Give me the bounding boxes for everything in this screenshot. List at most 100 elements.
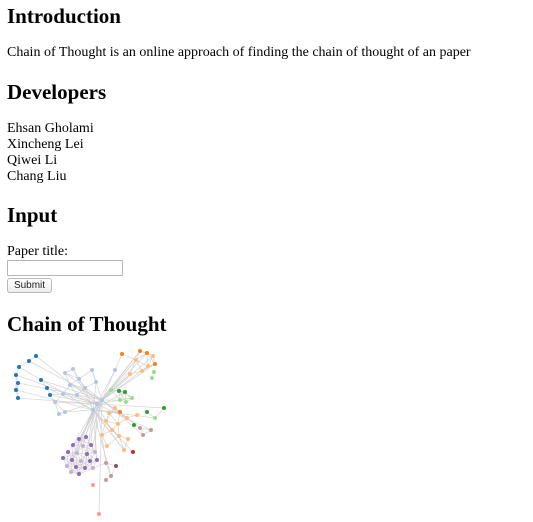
graph-node[interactable] bbox=[48, 393, 52, 397]
graph-node[interactable] bbox=[116, 422, 120, 426]
graph-node[interactable] bbox=[104, 478, 108, 482]
graph-node[interactable] bbox=[27, 359, 31, 363]
graph-node[interactable] bbox=[75, 393, 79, 397]
graph-node[interactable] bbox=[61, 392, 65, 396]
graph-edge bbox=[101, 350, 141, 401]
graph-node[interactable] bbox=[81, 444, 85, 448]
graph-node[interactable] bbox=[126, 437, 130, 441]
graph-node[interactable] bbox=[91, 483, 95, 487]
graph-node[interactable] bbox=[145, 351, 149, 355]
graph-node[interactable] bbox=[104, 419, 108, 423]
graph-node[interactable] bbox=[97, 512, 101, 516]
graph-node[interactable] bbox=[123, 390, 127, 394]
graph-node[interactable] bbox=[146, 364, 150, 368]
graph-node[interactable] bbox=[107, 411, 111, 415]
graph-node[interactable] bbox=[84, 435, 88, 439]
graph-node[interactable] bbox=[61, 456, 65, 460]
graph-node[interactable] bbox=[151, 354, 155, 358]
graph-node[interactable] bbox=[14, 388, 18, 392]
graph-node[interactable] bbox=[117, 389, 121, 393]
graph-node[interactable] bbox=[83, 386, 87, 390]
graph-node[interactable] bbox=[91, 408, 95, 412]
graph-node[interactable] bbox=[125, 416, 129, 420]
graph-node[interactable] bbox=[45, 386, 49, 390]
graph-node[interactable] bbox=[95, 402, 99, 406]
graph-node[interactable] bbox=[100, 398, 104, 402]
developer-name: Chang Liu bbox=[7, 169, 67, 184]
introduction-text: Chain of Thought is an online approach o… bbox=[7, 45, 471, 60]
graph-node[interactable] bbox=[122, 448, 126, 452]
graph-node[interactable] bbox=[70, 458, 74, 462]
graph-node[interactable] bbox=[17, 365, 21, 369]
graph-node[interactable] bbox=[109, 474, 113, 478]
graph-node[interactable] bbox=[77, 437, 81, 441]
graph-node[interactable] bbox=[75, 451, 79, 455]
graph-node[interactable] bbox=[124, 400, 128, 404]
graph-node[interactable] bbox=[140, 369, 144, 373]
graph-node[interactable] bbox=[79, 459, 83, 463]
graph-node[interactable] bbox=[104, 461, 108, 465]
graph-node[interactable] bbox=[77, 377, 81, 381]
graph-node[interactable] bbox=[141, 433, 145, 437]
graph-node[interactable] bbox=[113, 368, 117, 372]
graph-node[interactable] bbox=[39, 378, 43, 382]
graph-node[interactable] bbox=[114, 464, 118, 468]
graph-node[interactable] bbox=[16, 396, 20, 400]
graph-node[interactable] bbox=[88, 459, 92, 463]
graph-node[interactable] bbox=[74, 465, 78, 469]
graph-node[interactable] bbox=[85, 452, 89, 456]
graph-node[interactable] bbox=[94, 380, 98, 384]
chain-of-thought-graph bbox=[14, 349, 166, 516]
submit-button[interactable]: Submit bbox=[7, 278, 52, 293]
graph-node[interactable] bbox=[89, 443, 93, 447]
graph-node[interactable] bbox=[105, 444, 109, 448]
graph-node[interactable] bbox=[145, 410, 149, 414]
developers-list: Ehsan Gholami Xincheng Lei Qiwei Li Chan… bbox=[7, 121, 94, 185]
graph-node[interactable] bbox=[153, 362, 157, 366]
graph-node[interactable] bbox=[91, 466, 95, 470]
graph-node[interactable] bbox=[95, 458, 99, 462]
graph-node[interactable] bbox=[130, 396, 134, 400]
graph-node[interactable] bbox=[109, 388, 113, 392]
graph-node[interactable] bbox=[71, 443, 75, 447]
graph-node[interactable] bbox=[57, 412, 61, 416]
graph-node[interactable] bbox=[77, 472, 81, 476]
graph-node[interactable] bbox=[66, 450, 70, 454]
graph-node[interactable] bbox=[34, 354, 38, 358]
graph-node[interactable] bbox=[149, 428, 153, 432]
graph-node[interactable] bbox=[83, 466, 87, 470]
graph-edge bbox=[75, 452, 78, 468]
graph-node[interactable] bbox=[90, 368, 94, 372]
graph-node[interactable] bbox=[128, 372, 132, 376]
graph-node[interactable] bbox=[138, 349, 142, 353]
graph-node[interactable] bbox=[134, 358, 138, 362]
graph-node[interactable] bbox=[63, 371, 67, 375]
graph-node[interactable] bbox=[113, 406, 117, 410]
graph-node[interactable] bbox=[150, 376, 154, 380]
graph-node[interactable] bbox=[93, 450, 97, 454]
graph-node[interactable] bbox=[118, 410, 122, 414]
graph-node[interactable] bbox=[118, 398, 122, 402]
graph-node[interactable] bbox=[69, 470, 73, 474]
graph-node[interactable] bbox=[65, 464, 69, 468]
graph-node[interactable] bbox=[16, 381, 20, 385]
graph-node[interactable] bbox=[135, 413, 139, 417]
graph-node[interactable] bbox=[120, 352, 124, 356]
graph-node[interactable] bbox=[132, 423, 136, 427]
graph-node[interactable] bbox=[131, 450, 135, 454]
graph-node[interactable] bbox=[152, 370, 156, 374]
graph-node[interactable] bbox=[14, 373, 18, 377]
graph-node[interactable] bbox=[68, 383, 72, 387]
graph-node[interactable] bbox=[117, 434, 121, 438]
graph-node[interactable] bbox=[100, 433, 104, 437]
graph-node[interactable] bbox=[162, 406, 166, 410]
paper-title-input[interactable] bbox=[7, 260, 123, 276]
graph-node[interactable] bbox=[110, 428, 114, 432]
graph-node[interactable] bbox=[138, 426, 142, 430]
chain-of-thought-heading: Chain of Thought bbox=[7, 312, 167, 336]
graph-node[interactable] bbox=[63, 410, 67, 414]
graph-node[interactable] bbox=[71, 367, 75, 371]
paper-title-label: Paper title: bbox=[7, 244, 69, 259]
graph-node[interactable] bbox=[153, 416, 157, 420]
graph-node[interactable] bbox=[53, 400, 57, 404]
